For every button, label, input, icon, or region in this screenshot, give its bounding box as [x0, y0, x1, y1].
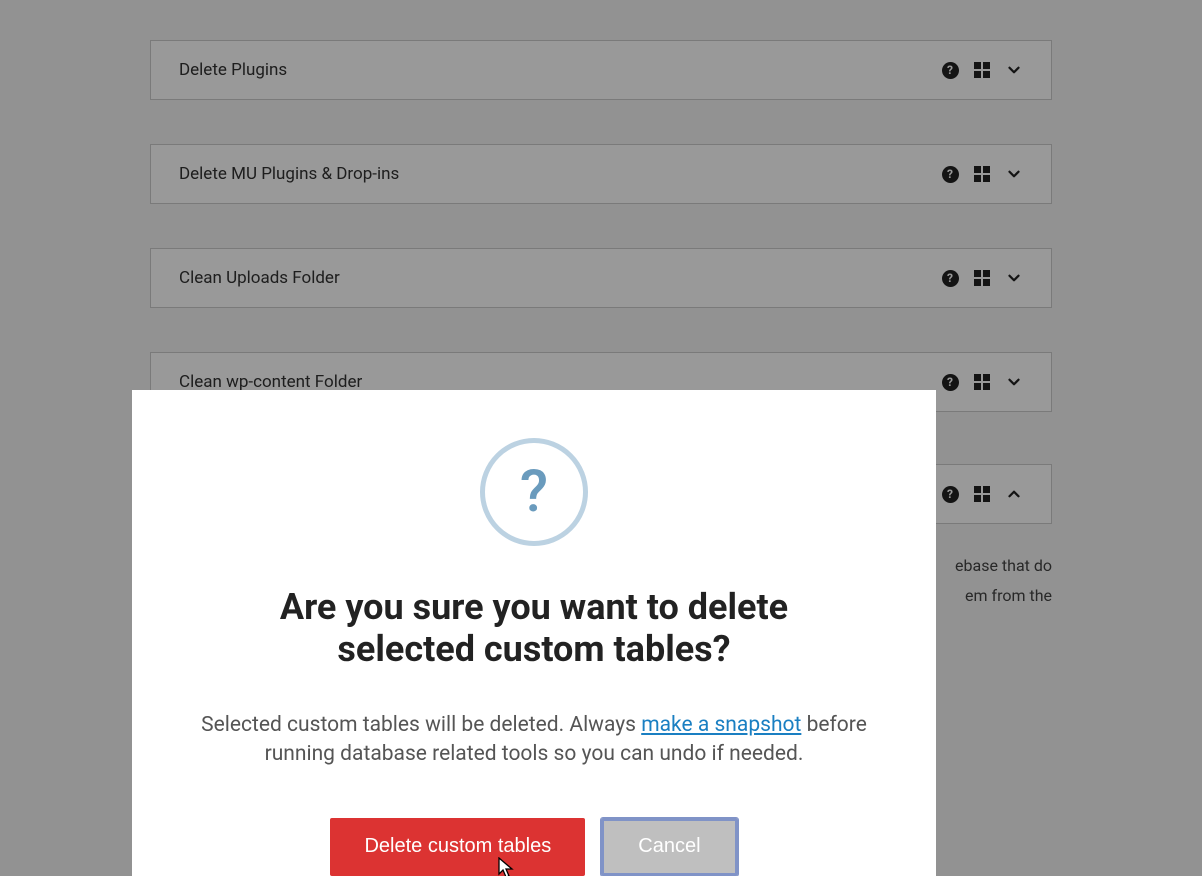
confirm-delete-button[interactable]: Delete custom tables: [330, 818, 585, 876]
modal-icon-wrap: ?: [184, 438, 884, 546]
cancel-button[interactable]: Cancel: [601, 818, 737, 876]
modal-body-before: Selected custom tables will be deleted. …: [201, 713, 641, 737]
confirm-modal: ? Are you sure you want to delete select…: [132, 390, 936, 876]
modal-actions: Delete custom tables Cancel: [184, 818, 884, 876]
page-root: Delete Plugins ? Delete MU Plugins & Dro…: [0, 0, 1202, 876]
snapshot-link[interactable]: make a snapshot: [641, 713, 801, 737]
modal-body: Selected custom tables will be deleted. …: [184, 711, 884, 770]
modal-title: Are you sure you want to delete selected…: [214, 586, 854, 671]
question-icon: ?: [480, 438, 588, 546]
